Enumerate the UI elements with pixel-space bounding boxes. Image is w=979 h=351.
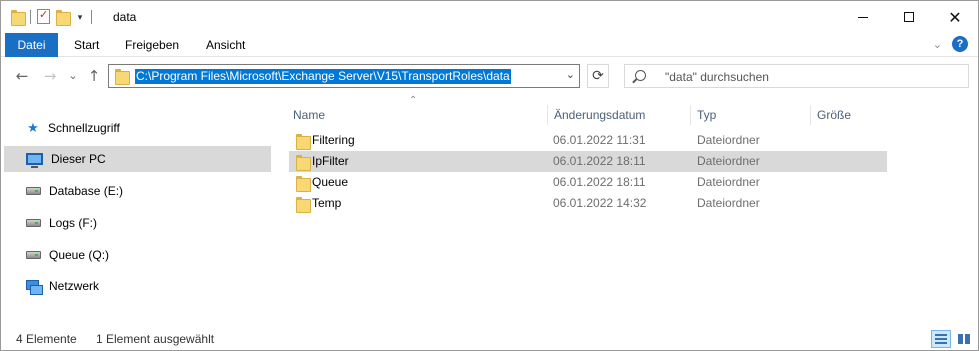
search-icon bbox=[635, 70, 646, 81]
new-folder-icon[interactable] bbox=[56, 9, 71, 26]
navigation-pane: ★ Schnellzugriff Dieser PC Database (E:)… bbox=[1, 97, 278, 323]
tab-share[interactable]: Freigeben bbox=[114, 33, 190, 57]
pc-icon bbox=[26, 153, 43, 168]
large-icons-view-button[interactable] bbox=[954, 330, 974, 348]
file-name: Filtering bbox=[312, 133, 355, 147]
file-date: 06.01.2022 18:11 bbox=[553, 154, 646, 168]
file-date: 06.01.2022 18:11 bbox=[553, 175, 646, 189]
sidebar-item-label: Netzwerk bbox=[49, 279, 100, 293]
window-title: data bbox=[113, 10, 137, 24]
selection-count: 1 Element ausgewählt bbox=[96, 332, 215, 346]
navigation-bar: ← → ⌄ ↑ C:\Program Files\Microsoft\Excha… bbox=[1, 57, 978, 97]
help-icon[interactable]: ? bbox=[952, 36, 968, 52]
explorer-window: ▾ data ✕ Datei Start Freigeben Ansicht ⌄… bbox=[0, 0, 979, 351]
back-button[interactable]: ← bbox=[13, 67, 31, 85]
chevron-down-icon[interactable]: ⌄ bbox=[566, 68, 575, 81]
address-path[interactable]: C:\Program Files\Microsoft\Exchange Serv… bbox=[135, 69, 511, 84]
file-list: ⌃ Name Änderungsdatum Typ Größe Filterin… bbox=[279, 95, 969, 323]
table-row[interactable]: Temp 06.01.2022 14:32 Dateiordner bbox=[289, 193, 887, 214]
minimize-button[interactable] bbox=[840, 1, 886, 33]
recent-locations-button[interactable]: ⌄ bbox=[64, 67, 82, 85]
up-button[interactable]: ↑ bbox=[85, 67, 103, 85]
column-header-size[interactable]: Größe bbox=[811, 105, 887, 125]
close-icon: ✕ bbox=[948, 7, 962, 27]
maximize-icon bbox=[904, 12, 914, 22]
sidebar-item-quick-access[interactable]: ★ Schnellzugriff bbox=[4, 115, 271, 141]
file-type: Dateiordner bbox=[697, 133, 760, 147]
file-date: 06.01.2022 11:31 bbox=[553, 133, 646, 147]
file-name: Queue bbox=[312, 175, 349, 189]
drive-icon bbox=[26, 219, 41, 227]
folder-icon bbox=[296, 155, 311, 171]
address-bar[interactable]: C:\Program Files\Microsoft\Exchange Serv… bbox=[108, 64, 580, 88]
file-type: Dateiordner bbox=[697, 175, 760, 189]
search-input[interactable]: "data" durchsuchen bbox=[665, 70, 769, 84]
minimize-icon bbox=[858, 16, 868, 18]
tab-view[interactable]: Ansicht bbox=[195, 33, 256, 57]
window-controls: ✕ bbox=[840, 1, 978, 33]
sidebar-item-network[interactable]: Netzwerk bbox=[4, 273, 271, 299]
table-row[interactable]: IpFilter 06.01.2022 18:11 Dateiordner bbox=[289, 151, 887, 172]
folder-icon bbox=[296, 176, 311, 192]
tab-file[interactable]: Datei bbox=[5, 33, 58, 57]
folder-icon[interactable] bbox=[11, 9, 26, 26]
details-view-icon bbox=[935, 334, 947, 344]
file-name: Temp bbox=[312, 196, 342, 210]
file-type: Dateiordner bbox=[697, 196, 760, 210]
search-box[interactable]: "data" durchsuchen bbox=[624, 64, 969, 88]
refresh-button[interactable]: ⟳ bbox=[587, 64, 609, 88]
network-icon bbox=[26, 279, 43, 295]
sidebar-item-label: Logs (F:) bbox=[49, 216, 98, 230]
sidebar-item-label: Queue (Q:) bbox=[49, 248, 110, 262]
properties-icon[interactable] bbox=[37, 8, 50, 24]
details-view-button[interactable] bbox=[931, 330, 951, 348]
sidebar-item-logs-drive[interactable]: Logs (F:) bbox=[4, 210, 271, 236]
table-row[interactable]: Queue 06.01.2022 18:11 Dateiordner bbox=[289, 172, 887, 193]
status-bar: 4 Elemente 1 Element ausgewählt bbox=[1, 323, 978, 351]
sidebar-item-queue-drive[interactable]: Queue (Q:) bbox=[4, 242, 271, 268]
sidebar-item-this-pc[interactable]: Dieser PC bbox=[4, 146, 271, 172]
toolbar-divider bbox=[91, 9, 92, 24]
tab-home[interactable]: Start bbox=[63, 33, 110, 57]
maximize-button[interactable] bbox=[886, 1, 932, 33]
column-header-type[interactable]: Typ bbox=[691, 105, 811, 125]
customize-toolbar-icon[interactable]: ▾ bbox=[75, 10, 85, 24]
ribbon-tabs: Datei Start Freigeben Ansicht ⌄ ? bbox=[1, 33, 978, 57]
forward-button[interactable]: → bbox=[41, 67, 59, 85]
title-bar: ▾ data ✕ bbox=[1, 1, 978, 33]
close-button[interactable]: ✕ bbox=[932, 1, 978, 33]
folder-icon bbox=[296, 197, 311, 213]
item-count: 4 Elemente bbox=[16, 332, 77, 346]
folder-icon bbox=[115, 69, 130, 85]
sidebar-item-database-drive[interactable]: Database (E:) bbox=[4, 178, 271, 204]
sidebar-item-label: Dieser PC bbox=[51, 152, 106, 166]
table-row[interactable]: Filtering 06.01.2022 11:31 Dateiordner bbox=[289, 130, 887, 151]
column-header-date[interactable]: Änderungsdatum bbox=[548, 105, 691, 125]
file-date: 06.01.2022 14:32 bbox=[553, 196, 647, 210]
ribbon-right-controls: ⌄ ? bbox=[933, 36, 968, 52]
star-icon: ★ bbox=[27, 120, 39, 135]
sidebar-item-label: Schnellzugriff bbox=[48, 121, 120, 135]
folder-icon bbox=[296, 134, 311, 150]
drive-icon bbox=[26, 251, 41, 259]
sidebar-item-label: Database (E:) bbox=[49, 184, 124, 198]
expand-ribbon-icon[interactable]: ⌄ bbox=[933, 38, 942, 51]
drive-icon bbox=[26, 187, 41, 195]
file-type: Dateiordner bbox=[697, 154, 760, 168]
toolbar-divider bbox=[30, 9, 31, 24]
column-header-name[interactable]: Name bbox=[287, 105, 548, 125]
tiles-view-icon bbox=[958, 334, 970, 344]
quick-access-toolbar: ▾ bbox=[11, 8, 92, 26]
file-name: IpFilter bbox=[312, 154, 349, 168]
